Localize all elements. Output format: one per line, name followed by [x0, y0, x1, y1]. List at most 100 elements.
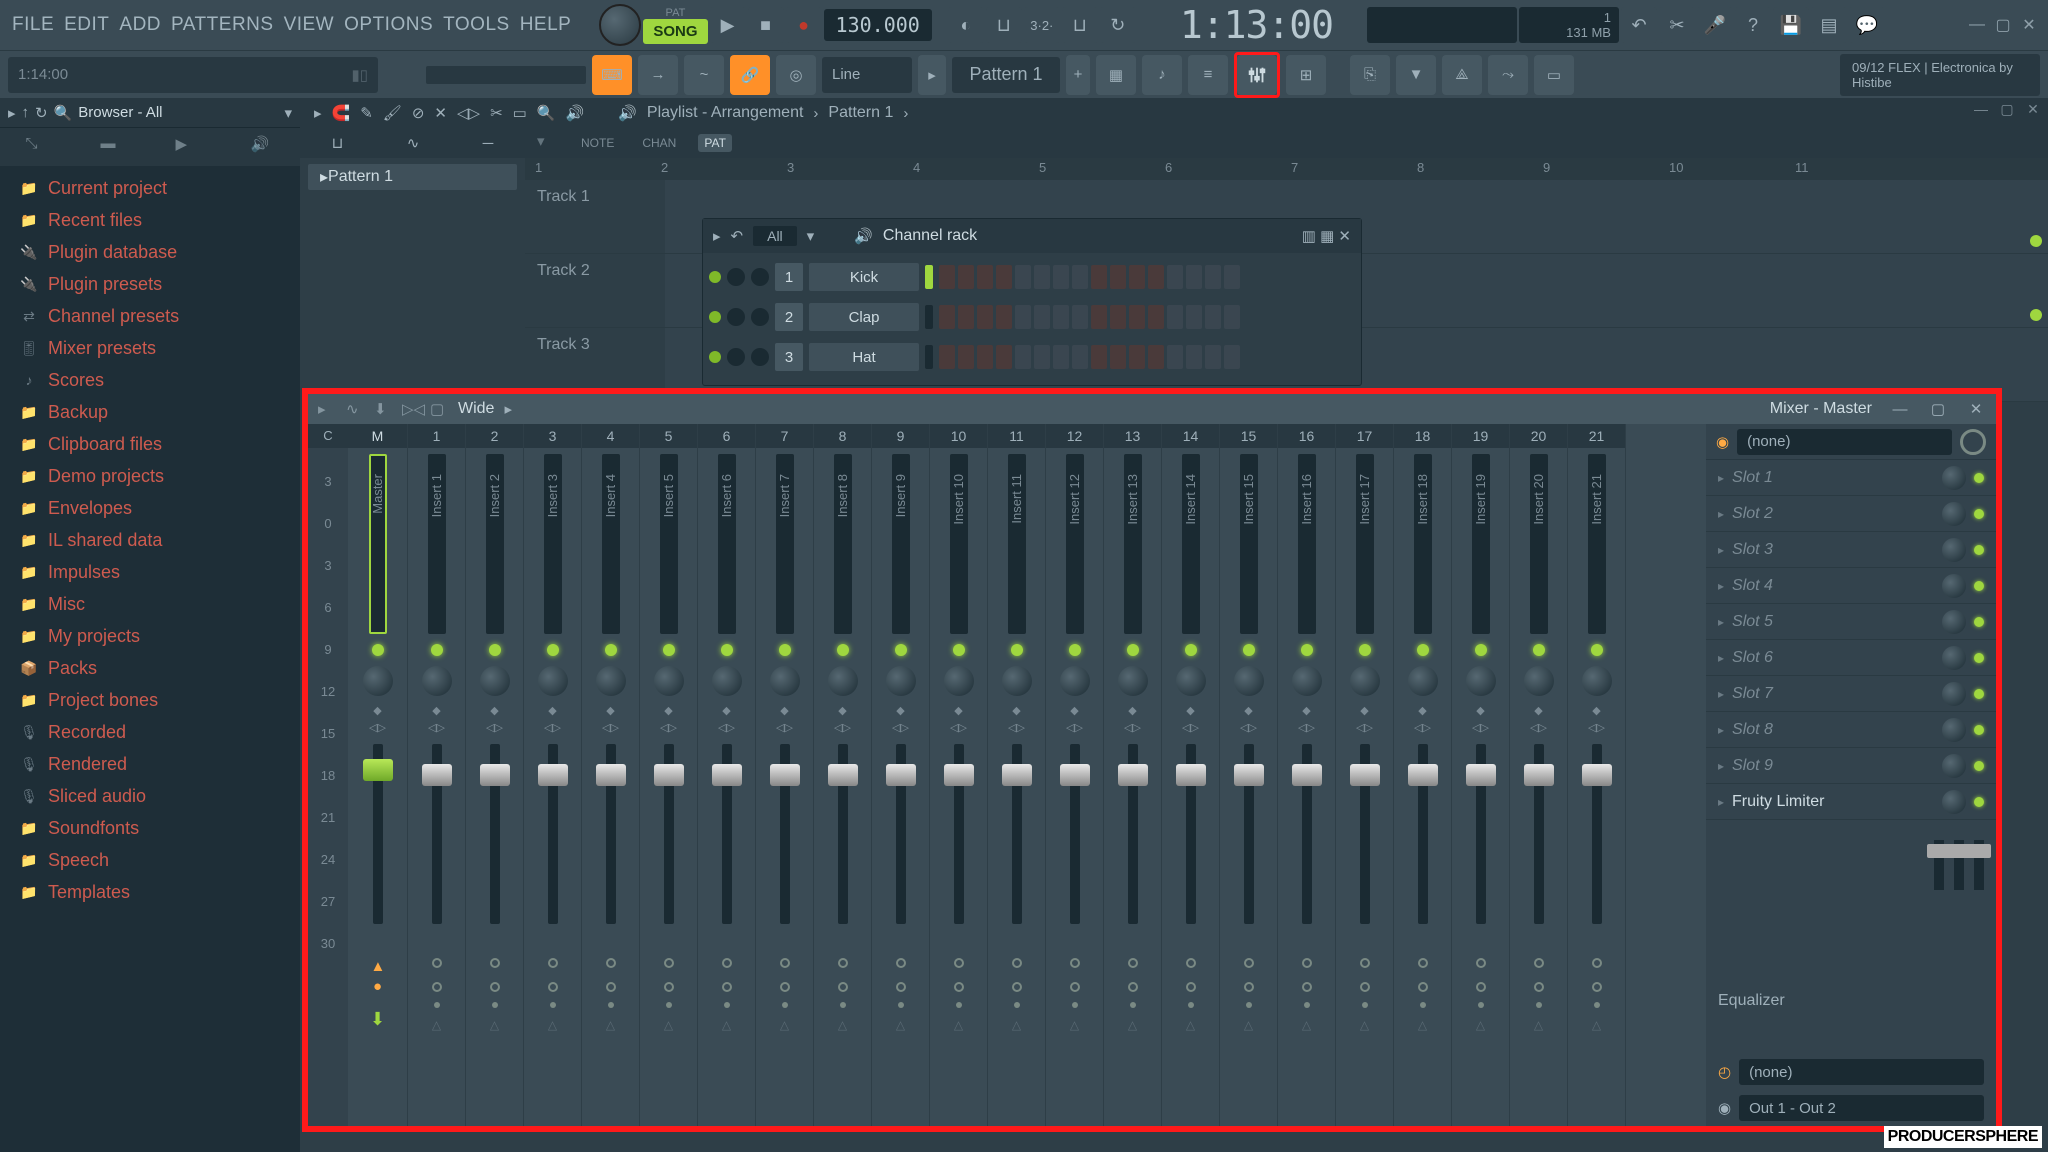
timeline-ruler[interactable]: 1234567891011: [525, 158, 2048, 180]
channel-rack-header[interactable]: ▸ ↶ All ▾ 🔊 Channel rack ▥ ▦ ✕: [703, 219, 1361, 253]
picker-automation-icon[interactable]: ∿: [407, 134, 420, 152]
strip-mute-led[interactable]: [547, 644, 559, 656]
fx-enable-led[interactable]: [1974, 509, 1984, 519]
stereo-swap-icon[interactable]: ◁▷: [428, 721, 445, 734]
fx-slot[interactable]: ▸Slot 9: [1706, 748, 1996, 784]
plugin-icon[interactable]: ▼: [1396, 55, 1436, 95]
mixer-wave-icon[interactable]: ∿: [346, 400, 364, 418]
mixer-strip[interactable]: 7 Insert 7 ◆ ◁▷ △: [756, 424, 814, 1126]
route-button[interactable]: [1244, 982, 1254, 992]
send-dot[interactable]: [434, 1002, 440, 1008]
pan-knob[interactable]: [944, 666, 974, 696]
step-button[interactable]: [996, 345, 1012, 369]
fx-slot-name[interactable]: Slot 7: [1732, 685, 1934, 703]
volume-fader[interactable]: [1592, 744, 1602, 924]
stereo-sep-icon[interactable]: ◆: [548, 704, 556, 717]
strip-mute-led[interactable]: [953, 644, 965, 656]
route-button[interactable]: [490, 958, 500, 968]
mixer-layout-icon[interactable]: ▢: [430, 400, 448, 418]
step-button[interactable]: [1186, 265, 1202, 289]
stereo-swap-icon[interactable]: ◁▷: [1356, 721, 1373, 734]
mixer-strip[interactable]: 3 Insert 3 ◆ ◁▷ △: [524, 424, 582, 1126]
channel-number[interactable]: 3: [775, 343, 803, 371]
browser-item[interactable]: 📁Clipboard files: [0, 428, 300, 460]
volume-fader[interactable]: [1244, 744, 1254, 924]
fx-slot-name[interactable]: Slot 5: [1732, 613, 1934, 631]
channel-number[interactable]: 2: [775, 303, 803, 331]
browser-item[interactable]: 📁Demo projects: [0, 460, 300, 492]
record-button[interactable]: [786, 7, 822, 43]
step-button[interactable]: [958, 305, 974, 329]
volume-fader[interactable]: [1476, 744, 1486, 924]
volume-fader[interactable]: [1070, 744, 1080, 924]
main-volume-knob[interactable]: [599, 4, 641, 46]
stereo-sep-icon[interactable]: ◆: [664, 704, 672, 717]
channel-number[interactable]: 1: [775, 263, 803, 291]
mixer-strip[interactable]: 18 Insert 18 ◆ ◁▷ △: [1394, 424, 1452, 1126]
stereo-swap-icon[interactable]: ◁▷: [1530, 721, 1547, 734]
route-button[interactable]: [1476, 982, 1486, 992]
pattern-item-1[interactable]: ▸ Pattern 1: [308, 164, 517, 190]
pan-knob[interactable]: [422, 666, 452, 696]
channel-mute-led[interactable]: [709, 271, 721, 283]
fader-cap[interactable]: [1060, 764, 1090, 786]
fader-cap[interactable]: [1408, 764, 1438, 786]
link-icon[interactable]: 🔗: [730, 55, 770, 95]
dock-icon[interactable]: △: [722, 1018, 731, 1032]
step-button[interactable]: [1186, 305, 1202, 329]
mixer-strip[interactable]: 11 Insert 11 ◆ ◁▷ △: [988, 424, 1046, 1126]
volume-fader[interactable]: [1302, 744, 1312, 924]
step-button[interactable]: [1091, 265, 1107, 289]
channel-select[interactable]: [925, 305, 933, 329]
step-button[interactable]: [1015, 265, 1031, 289]
channel-pan-knob[interactable]: [727, 348, 745, 366]
mixer-strip[interactable]: 5 Insert 5 ◆ ◁▷ △: [640, 424, 698, 1126]
step-button[interactable]: [939, 305, 955, 329]
stereo-swap-icon[interactable]: ◁▷: [1414, 721, 1431, 734]
browser-filter-icon[interactable]: ▬: [101, 135, 125, 159]
step-button[interactable]: [1205, 305, 1221, 329]
pan-knob[interactable]: [886, 666, 916, 696]
channel-mute-led[interactable]: [709, 311, 721, 323]
track-tab-pat[interactable]: PAT: [698, 134, 732, 152]
mixer-strip[interactable]: 8 Insert 8 ◆ ◁▷ △: [814, 424, 872, 1126]
send-fader-2[interactable]: [1954, 840, 1964, 890]
mixer-strip[interactable]: 21 Insert 21 ◆ ◁▷ △: [1568, 424, 1626, 1126]
dock-icon[interactable]: △: [838, 1018, 847, 1032]
eq-low-knob[interactable]: [1912, 994, 1932, 1014]
stereo-swap-icon[interactable]: ◁▷: [1008, 721, 1025, 734]
fx-enable-led[interactable]: [1974, 653, 1984, 663]
stereo-swap-icon[interactable]: ◁▷: [834, 721, 851, 734]
step-button[interactable]: [1053, 265, 1069, 289]
send-dot[interactable]: [492, 1002, 498, 1008]
fx-slot-name[interactable]: Slot 1: [1732, 469, 1934, 487]
browser-item[interactable]: 📁Soundfonts: [0, 812, 300, 844]
global-snap-icon[interactable]: ◎: [776, 55, 816, 95]
volume-fader[interactable]: [1534, 744, 1544, 924]
route-button[interactable]: [1418, 958, 1428, 968]
step-button[interactable]: [958, 265, 974, 289]
route-button[interactable]: [722, 982, 732, 992]
volume-fader[interactable]: [432, 744, 442, 924]
channel-vol-knob[interactable]: [751, 308, 769, 326]
step-button[interactable]: [1034, 265, 1050, 289]
stereo-swap-icon[interactable]: ◁▷: [1240, 721, 1257, 734]
route-button[interactable]: [1128, 982, 1138, 992]
route-button[interactable]: [722, 958, 732, 968]
fader-cap[interactable]: [770, 764, 800, 786]
fx-mix-knob[interactable]: [1942, 502, 1966, 526]
pan-knob[interactable]: [1524, 666, 1554, 696]
browser-item[interactable]: 📁Templates: [0, 876, 300, 908]
dock-icon[interactable]: △: [1070, 1018, 1079, 1032]
strip-mute-led[interactable]: [721, 644, 733, 656]
fx-slot-name[interactable]: Slot 8: [1732, 721, 1934, 739]
browser-item[interactable]: 📁IL shared data: [0, 524, 300, 556]
route-button[interactable]: [1360, 982, 1370, 992]
browser-item[interactable]: 📁Misc: [0, 588, 300, 620]
stereo-sep-icon[interactable]: ◆: [1302, 704, 1310, 717]
pan-knob[interactable]: [828, 666, 858, 696]
browser-item[interactable]: 📁My projects: [0, 620, 300, 652]
route-button[interactable]: [606, 982, 616, 992]
mixer-menu-icon[interactable]: ▸: [318, 400, 336, 418]
fx-mix-knob[interactable]: [1942, 682, 1966, 706]
